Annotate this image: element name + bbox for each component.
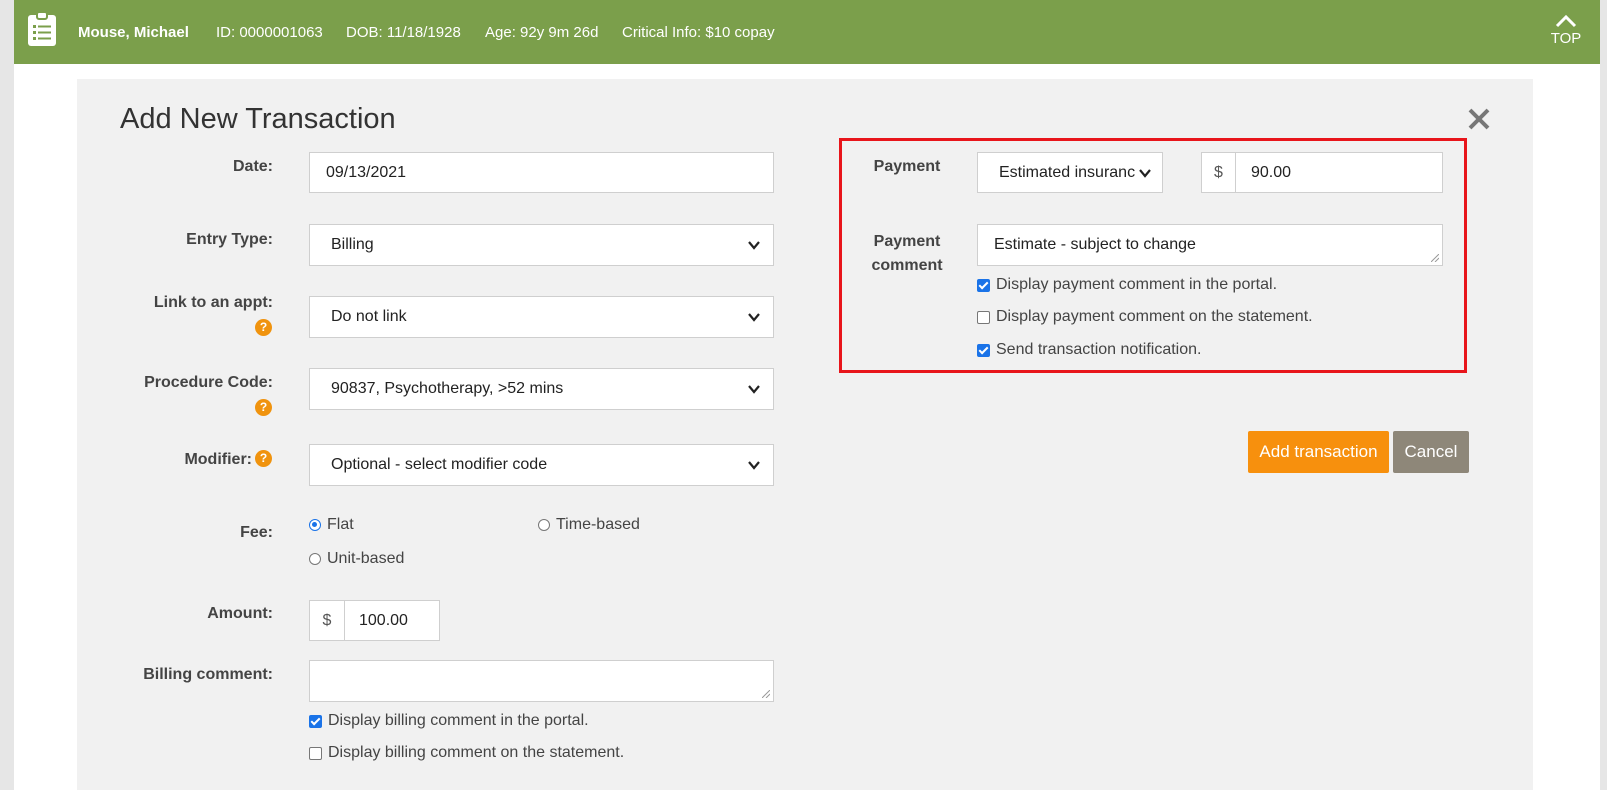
entry-type-label: Entry Type: — [186, 231, 273, 248]
payment-comment-value: Estimate - subject to change — [994, 236, 1196, 253]
billing-portal-checkbox[interactable]: Display billing comment in the portal. — [309, 712, 589, 730]
radio-selected-icon — [309, 519, 321, 531]
modifier-help-icon[interactable]: ? — [255, 450, 272, 467]
checkbox-checked-icon — [977, 278, 990, 292]
close-icon[interactable] — [1467, 107, 1491, 131]
billing-comment-textarea[interactable] — [309, 660, 774, 702]
modifier-label: Modifier: — [184, 451, 252, 468]
amount-value: 100.00 — [359, 611, 408, 629]
modifier-select[interactable]: Optional - select modifier code — [309, 444, 774, 486]
payment-portal-label: Display payment comment in the portal. — [996, 276, 1278, 293]
date-input[interactable]: 09/13/2021 — [309, 152, 774, 193]
payment-portal-checkbox[interactable]: Display payment comment in the portal. — [977, 276, 1277, 294]
scroll-top-button[interactable]: TOP — [1546, 14, 1586, 47]
amount-currency-addon: $ — [309, 600, 345, 641]
payment-comment-textarea[interactable]: Estimate - subject to change — [977, 224, 1443, 266]
entry-type-select[interactable]: Billing — [309, 224, 774, 266]
resize-grip-icon — [1431, 254, 1439, 262]
date-value: 09/13/2021 — [326, 163, 407, 181]
scroll-top-label: TOP — [1550, 30, 1582, 47]
payment-comment-label-line2: comment — [871, 257, 943, 274]
link-appt-label: Link to an appt: — [153, 294, 273, 311]
add-transaction-modal: Add New Transaction Date: 09/13/2021 Ent… — [77, 79, 1533, 790]
radio-unselected-icon — [538, 519, 550, 531]
chevron-down-icon — [748, 313, 760, 322]
patient-info-bar: Mouse, Michael ID: 0000001063 DOB: 11/18… — [14, 0, 1600, 64]
procedure-code-help-icon[interactable]: ? — [255, 399, 272, 416]
billing-statement-label: Display billing comment on the statement… — [328, 744, 625, 761]
fee-flat-label: Flat — [327, 516, 354, 533]
patient-dob: DOB: 11/18/1928 — [346, 24, 461, 41]
payment-label: Payment — [873, 158, 941, 175]
chevron-down-icon — [748, 385, 760, 394]
procedure-code-select[interactable]: 90837, Psychotherapy, >52 mins — [309, 368, 774, 410]
payment-amount-value: 90.00 — [1251, 163, 1292, 181]
procedure-code-value: 90837, Psychotherapy, >52 mins — [331, 380, 564, 397]
billing-statement-checkbox[interactable]: Display billing comment on the statement… — [309, 744, 624, 762]
checkbox-checked-icon — [977, 343, 990, 357]
fee-time-based-radio[interactable]: Time-based — [538, 516, 640, 534]
chevron-down-icon — [748, 461, 760, 470]
payment-statement-checkbox[interactable]: Display payment comment on the statement… — [977, 308, 1313, 326]
radio-unselected-icon — [309, 553, 321, 565]
checkbox-unchecked-icon — [977, 310, 990, 324]
checkbox-unchecked-icon — [309, 746, 322, 760]
amount-label: Amount: — [207, 605, 273, 622]
procedure-code-label: Procedure Code: — [144, 374, 273, 391]
send-notification-checkbox[interactable]: Send transaction notification. — [977, 341, 1201, 359]
link-appt-select[interactable]: Do not link — [309, 296, 774, 338]
link-appt-value: Do not link — [331, 308, 407, 325]
patient-id: ID: 0000001063 — [216, 24, 323, 41]
clipboard-list-icon — [28, 11, 56, 46]
fee-flat-radio[interactable]: Flat — [309, 516, 354, 534]
critical-info: Critical Info: $10 copay — [622, 24, 775, 41]
chevron-down-icon — [748, 241, 760, 250]
payment-comment-label: Payment comment — [857, 230, 957, 278]
fee-unit-based-radio[interactable]: Unit-based — [309, 550, 404, 568]
patient-age: Age: 92y 9m 26d — [485, 24, 599, 41]
date-label: Date: — [232, 158, 273, 175]
payment-comment-label-line1: Payment — [873, 233, 941, 250]
payment-statement-label: Display payment comment on the statement… — [996, 308, 1313, 325]
link-appt-help-icon[interactable]: ? — [255, 319, 272, 336]
fee-label: Fee: — [240, 524, 273, 541]
payment-amount-input[interactable]: 90.00 — [1235, 152, 1443, 193]
checkbox-checked-icon — [309, 714, 322, 728]
fee-unit-based-label: Unit-based — [327, 550, 405, 567]
amount-input[interactable]: 100.00 — [344, 600, 440, 641]
modifier-value: Optional - select modifier code — [331, 456, 548, 473]
payment-method-value: Estimated insurance — [999, 163, 1135, 181]
billing-comment-label: Billing comment: — [143, 666, 273, 683]
chevron-up-icon — [1555, 14, 1577, 28]
cancel-button[interactable]: Cancel — [1393, 431, 1469, 473]
modal-title: Add New Transaction — [120, 103, 396, 135]
resize-grip-icon — [762, 690, 770, 698]
add-transaction-button[interactable]: Add transaction — [1248, 431, 1389, 473]
chevron-down-icon — [1139, 168, 1151, 178]
fee-time-based-label: Time-based — [556, 516, 640, 533]
patient-name[interactable]: Mouse, Michael — [78, 24, 189, 41]
entry-type-value: Billing — [331, 236, 374, 253]
payment-currency-addon: $ — [1201, 152, 1236, 193]
send-notification-label: Send transaction notification. — [996, 341, 1202, 358]
payment-method-select[interactable]: Estimated insurance — [977, 152, 1163, 193]
billing-portal-label: Display billing comment in the portal. — [328, 712, 589, 729]
